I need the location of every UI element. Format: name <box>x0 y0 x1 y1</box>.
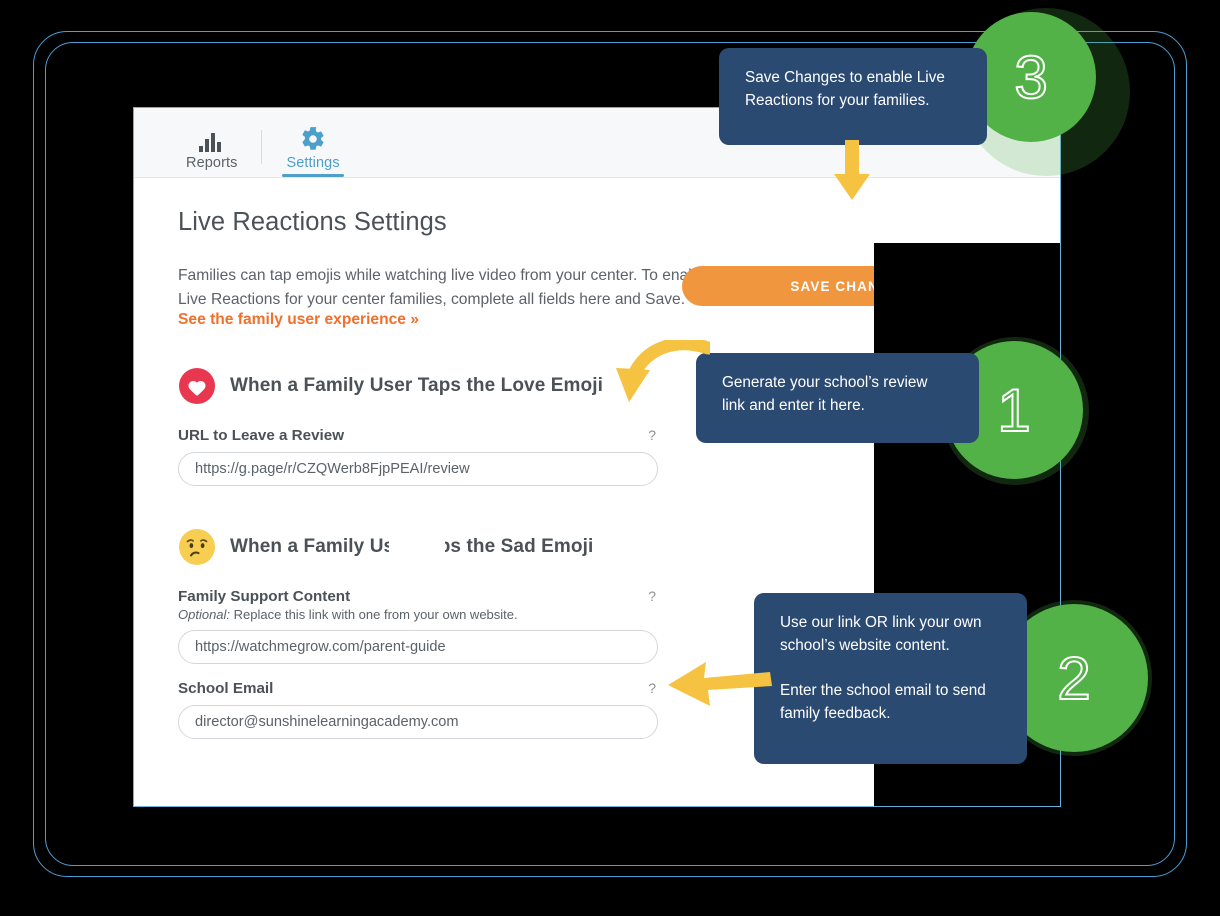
tab-settings-label: Settings <box>286 155 340 171</box>
callout-3-line-1: Save Changes to enable Live <box>745 69 945 86</box>
sad-face-emoji-icon <box>178 528 216 566</box>
callout-2-line-3: Enter the school email to send <box>780 682 986 699</box>
callout-2-paragraph-1: Use our link OR link your own school’s w… <box>780 611 1001 657</box>
school-email-help-icon[interactable]: ? <box>646 680 658 696</box>
gear-icon <box>300 126 326 152</box>
tab-reports-label: Reports <box>186 155 238 171</box>
field-label-row: School Email ? <box>178 680 658 697</box>
callout-1-line-1: Generate your school’s review <box>722 374 928 391</box>
school-email-label: School Email <box>178 680 274 697</box>
school-email-input[interactable] <box>178 705 658 739</box>
section-sad-heading: When a Family User Taps the Sad Emoji <box>178 528 1060 566</box>
callout-2-paragraph-2: Enter the school email to send family fe… <box>780 679 1001 725</box>
field-group-school-email: School Email ? <box>178 680 658 739</box>
callout-2: Use our link OR link your own school’s w… <box>754 593 1027 764</box>
intro-description: Families can tap emojis while watching l… <box>178 264 738 311</box>
callout-1-line-2: link and enter it here. <box>722 397 865 414</box>
field-group-family-support: Family Support Content ? Optional: Repla… <box>178 588 658 664</box>
intro-line-1: Families can tap emojis while watching l… <box>178 267 710 284</box>
review-url-input[interactable] <box>178 452 658 486</box>
family-support-hint-prefix: Optional: <box>178 607 231 622</box>
callout-3: Save Changes to enable Live Reactions fo… <box>719 48 987 145</box>
tab-settings[interactable]: Settings <box>276 126 349 177</box>
field-label-row: Family Support Content ? <box>178 588 658 605</box>
callout-1-text: Generate your school’s review link and e… <box>722 371 953 417</box>
family-support-label: Family Support Content <box>178 588 351 605</box>
intro-line-2: Live Reactions for your center families,… <box>178 290 686 308</box>
section-sad-title: When a Family User Taps the Sad Emoji <box>230 536 594 557</box>
tab-reports[interactable]: Reports <box>176 133 247 177</box>
section-love-title: When a Family User Taps the Love Emoji <box>230 375 603 396</box>
page-title: Live Reactions Settings <box>178 208 447 236</box>
callout-1: Generate your school’s review link and e… <box>696 353 979 443</box>
callout-2-line-2: school’s website content. <box>780 637 950 654</box>
screenshot-stage: Reports Settings Live Reactions Settings… <box>0 0 1220 916</box>
callout-2-line-4: family feedback. <box>780 705 891 722</box>
bar-chart-icon <box>198 133 225 152</box>
nav-divider <box>261 130 263 164</box>
review-url-help-icon[interactable]: ? <box>646 427 658 443</box>
field-label-row: URL to Leave a Review ? <box>178 427 658 444</box>
callout-3-line-2: Reactions for your families. <box>745 92 930 109</box>
family-support-hint-text: Replace this link with one from your own… <box>230 607 518 622</box>
save-changes-button[interactable]: SAVE CHANGES <box>682 266 1019 306</box>
family-support-help-icon[interactable]: ? <box>646 588 658 604</box>
callout-3-text: Save Changes to enable Live Reactions fo… <box>745 66 961 112</box>
family-user-experience-link[interactable]: See the family user experience » <box>178 311 419 329</box>
callout-2-line-1: Use our link OR link your own <box>780 614 982 631</box>
family-support-input[interactable] <box>178 630 658 664</box>
family-support-hint: Optional: Replace this link with one fro… <box>178 607 658 622</box>
heart-emoji-icon <box>178 367 216 405</box>
review-url-label: URL to Leave a Review <box>178 427 345 444</box>
field-group-review-url: URL to Leave a Review ? <box>178 427 658 486</box>
